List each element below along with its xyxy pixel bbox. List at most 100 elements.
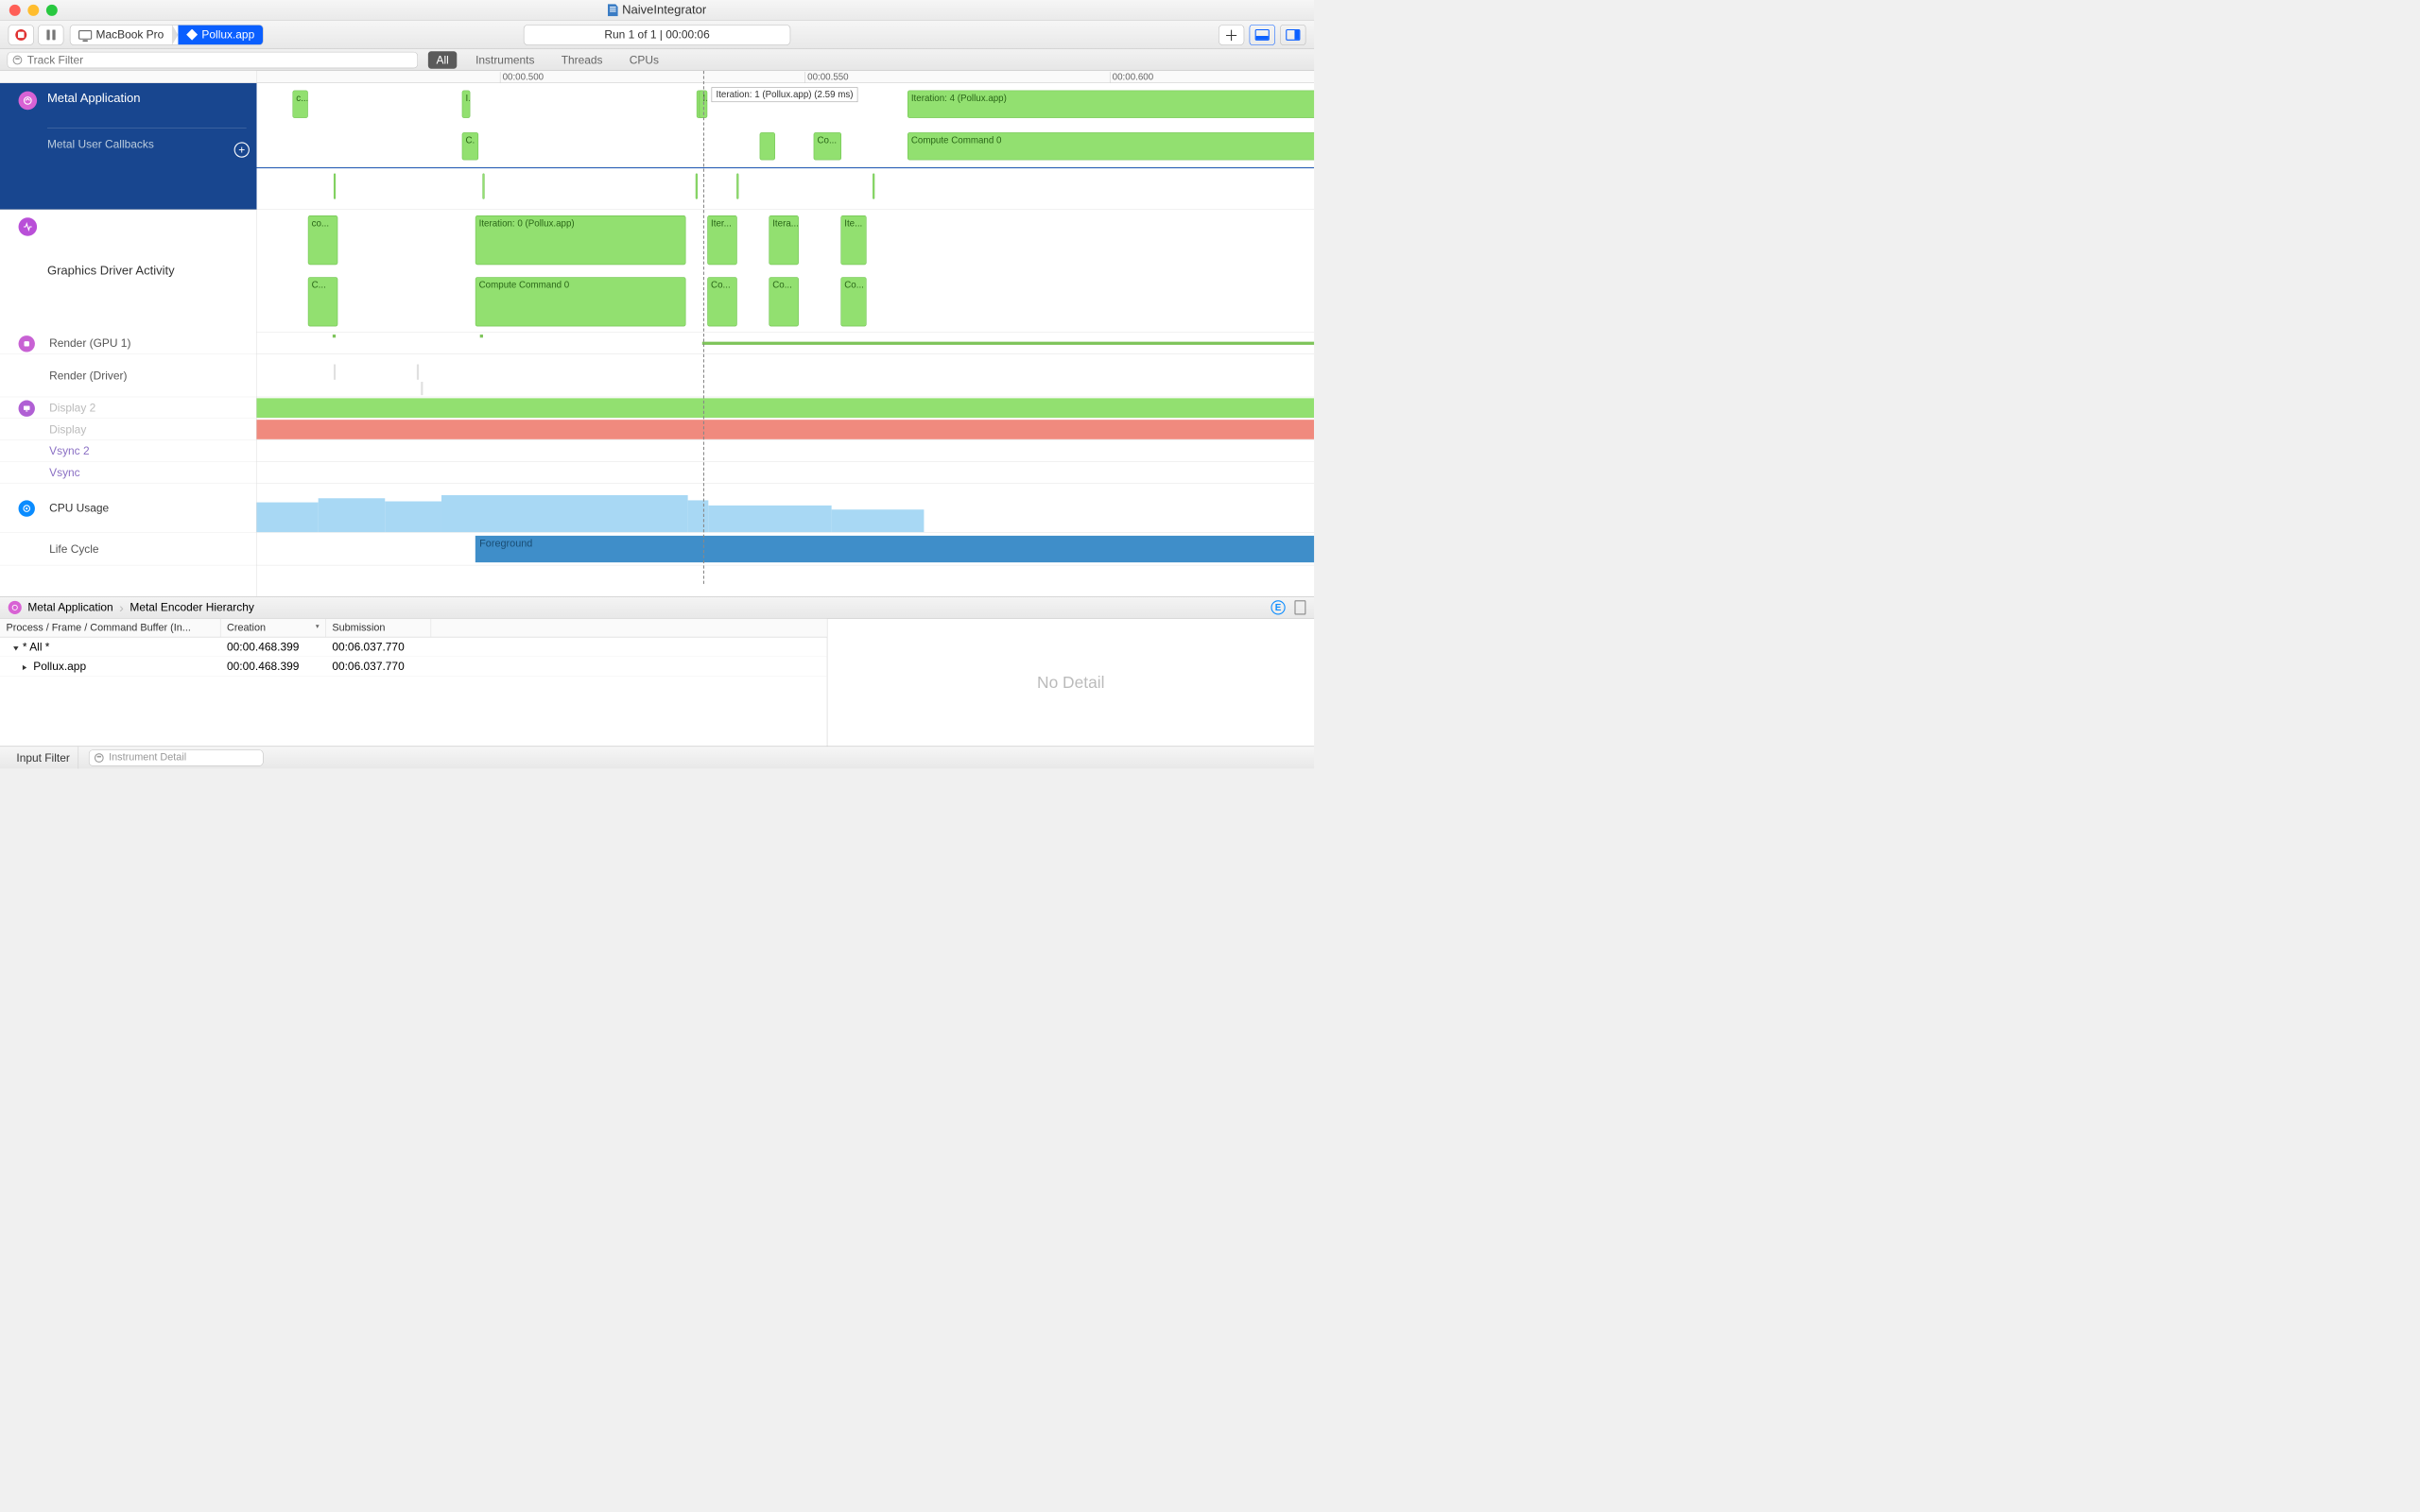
lane-render-gpu bbox=[257, 333, 1315, 354]
document-icon[interactable] bbox=[1294, 600, 1305, 614]
driver-seg[interactable] bbox=[334, 365, 336, 380]
app-label: Pollux.app bbox=[201, 28, 254, 42]
timeline-segment[interactable]: Ite... bbox=[840, 215, 866, 265]
track-labels: Metal Application Metal User Callbacks +… bbox=[0, 71, 257, 596]
detail-crumb-2[interactable]: Metal Encoder Hierarchy bbox=[130, 601, 253, 614]
timeline-segment[interactable]: Iteration: 4 (Pollux.app) bbox=[908, 91, 1314, 118]
detail-table[interactable]: Process / Frame / Command Buffer (In... … bbox=[0, 619, 827, 747]
bottom-bar: Input Filter Instrument Detail bbox=[0, 747, 1314, 769]
pause-icon bbox=[46, 29, 55, 40]
timeline-segment[interactable]: Iteration: 0 (Pollux.app) bbox=[475, 215, 686, 265]
driver-seg[interactable] bbox=[417, 365, 419, 380]
table-row[interactable]: * All *00:00.468.39900:06.037.770 bbox=[0, 637, 827, 657]
window-title-text: NaiveIntegrator bbox=[622, 3, 706, 17]
time-ruler[interactable]: 00:00.450 00:00.500 00:00.550 00:00.600 bbox=[257, 71, 1315, 83]
col-process[interactable]: Process / Frame / Command Buffer (In... bbox=[0, 619, 220, 637]
render-seg[interactable] bbox=[480, 335, 483, 337]
timeline-segment[interactable] bbox=[760, 132, 775, 160]
add-subtrack-button[interactable]: + bbox=[234, 142, 250, 157]
track-display2[interactable]: Display 2 bbox=[0, 397, 256, 419]
app-icon bbox=[186, 29, 198, 41]
foreground-seg[interactable]: Foreground bbox=[475, 536, 1314, 562]
track-title: Metal Application bbox=[47, 91, 247, 107]
tab-all[interactable]: All bbox=[428, 51, 458, 68]
playhead-tooltip: Iteration: 1 (Pollux.app) (2.59 ms) bbox=[712, 87, 858, 102]
cell-creation: 00:00.468.399 bbox=[220, 637, 325, 657]
lane-metal-callbacks bbox=[257, 167, 1315, 210]
timeline-segment[interactable]: c... bbox=[293, 91, 308, 118]
disclosure-right-icon[interactable] bbox=[23, 664, 29, 669]
foreground-label: Foreground bbox=[479, 538, 532, 549]
timeline-segment[interactable]: Itera... bbox=[769, 215, 798, 265]
target-breadcrumb[interactable]: MacBook Pro Pollux.app bbox=[70, 25, 264, 45]
minimize-window-button[interactable] bbox=[27, 5, 39, 16]
display-icon bbox=[19, 400, 35, 416]
instrument-detail-placeholder: Instrument Detail bbox=[109, 751, 186, 763]
track-render-gpu[interactable]: Render (GPU 1) bbox=[0, 333, 256, 354]
device-crumb[interactable]: MacBook Pro bbox=[70, 25, 172, 44]
ruler-tick: 00:00.550 bbox=[804, 72, 848, 83]
timeline-segment[interactable]: Co... bbox=[769, 277, 798, 326]
col-submission[interactable]: Submission bbox=[326, 619, 431, 637]
callback-seg[interactable] bbox=[873, 174, 874, 199]
track-filter-input[interactable] bbox=[27, 53, 412, 66]
callback-seg[interactable] bbox=[736, 174, 738, 199]
document-icon bbox=[608, 4, 618, 16]
timeline-segment[interactable]: Iter... bbox=[707, 215, 736, 265]
render-seg[interactable] bbox=[333, 335, 336, 337]
display-seg[interactable] bbox=[257, 398, 1315, 418]
disclosure-down-icon[interactable] bbox=[13, 646, 18, 650]
timeline-segment[interactable]: Co... bbox=[814, 132, 841, 160]
track-graphics-driver[interactable]: Graphics Driver Activity bbox=[0, 210, 257, 333]
timeline-segment[interactable]: I... bbox=[462, 91, 471, 118]
close-window-button[interactable] bbox=[9, 5, 21, 16]
lane-gda-2: C... Compute Command 0 Co... Co... Co... bbox=[257, 271, 1315, 333]
detail-crumb-1[interactable]: Metal Application bbox=[27, 601, 112, 614]
timeline-segment[interactable]: Compute Command 0 bbox=[475, 277, 686, 326]
callback-seg[interactable] bbox=[334, 174, 336, 199]
tab-instruments[interactable]: Instruments bbox=[467, 51, 543, 68]
track-cpu-usage[interactable]: CPU Usage bbox=[0, 484, 256, 533]
track-render-driver[interactable]: Render (Driver) bbox=[0, 354, 256, 398]
render-seg[interactable] bbox=[702, 342, 1314, 345]
timeline-segment[interactable]: Compute Command 0 bbox=[908, 132, 1314, 160]
track-display[interactable]: Display bbox=[0, 419, 256, 440]
app-crumb[interactable]: Pollux.app bbox=[178, 25, 262, 44]
metal-icon bbox=[19, 92, 38, 111]
callback-seg[interactable] bbox=[696, 174, 698, 199]
track-metal-application[interactable]: Metal Application Metal User Callbacks + bbox=[0, 83, 257, 210]
record-button[interactable] bbox=[9, 25, 34, 45]
view-mode-bottom-button[interactable] bbox=[1250, 25, 1275, 45]
callback-seg[interactable] bbox=[482, 174, 484, 199]
timeline-segment[interactable]: co... bbox=[308, 215, 337, 265]
tab-cpus[interactable]: CPUs bbox=[621, 51, 667, 68]
table-row[interactable]: Pollux.app00:00.468.39900:06.037.770 bbox=[0, 657, 827, 677]
extended-detail-icon[interactable]: E bbox=[1270, 600, 1285, 614]
timeline-segment[interactable]: C... bbox=[308, 277, 337, 326]
timeline-segment[interactable]: Co... bbox=[707, 277, 736, 326]
col-creation[interactable]: Creation▾ bbox=[220, 619, 325, 637]
timeline-content[interactable]: 00:00.450 00:00.500 00:00.550 00:00.600 … bbox=[257, 71, 1315, 596]
timeline-segment[interactable]: C. bbox=[462, 132, 478, 160]
timeline-segment[interactable]: Co... bbox=[840, 277, 866, 326]
chevron-down-icon: ▾ bbox=[316, 622, 320, 633]
tab-threads[interactable]: Threads bbox=[553, 51, 611, 68]
run-status[interactable]: Run 1 of 1 | 00:00:06 bbox=[524, 25, 790, 45]
lane-cpu bbox=[257, 484, 1315, 533]
track-life-cycle[interactable]: Life Cycle bbox=[0, 533, 256, 566]
display-seg[interactable] bbox=[257, 420, 1315, 439]
track-filter-field[interactable] bbox=[8, 52, 418, 68]
view-mode-split-button[interactable] bbox=[1280, 25, 1305, 45]
driver-seg[interactable] bbox=[421, 382, 423, 395]
zoom-window-button[interactable] bbox=[46, 5, 58, 16]
playhead[interactable] bbox=[703, 71, 704, 584]
track-vsync2[interactable]: Vsync 2 bbox=[0, 440, 256, 462]
track-vsync[interactable]: Vsync bbox=[0, 462, 256, 484]
view-bottom-icon bbox=[1255, 29, 1270, 41]
instrument-detail-field[interactable]: Instrument Detail bbox=[89, 749, 264, 765]
cpu-seg bbox=[441, 495, 688, 532]
cpu-seg bbox=[257, 503, 319, 532]
pause-button[interactable] bbox=[38, 25, 63, 45]
input-filter-button[interactable]: Input Filter bbox=[9, 747, 78, 768]
add-instrument-button[interactable]: ＋ bbox=[1219, 25, 1244, 45]
